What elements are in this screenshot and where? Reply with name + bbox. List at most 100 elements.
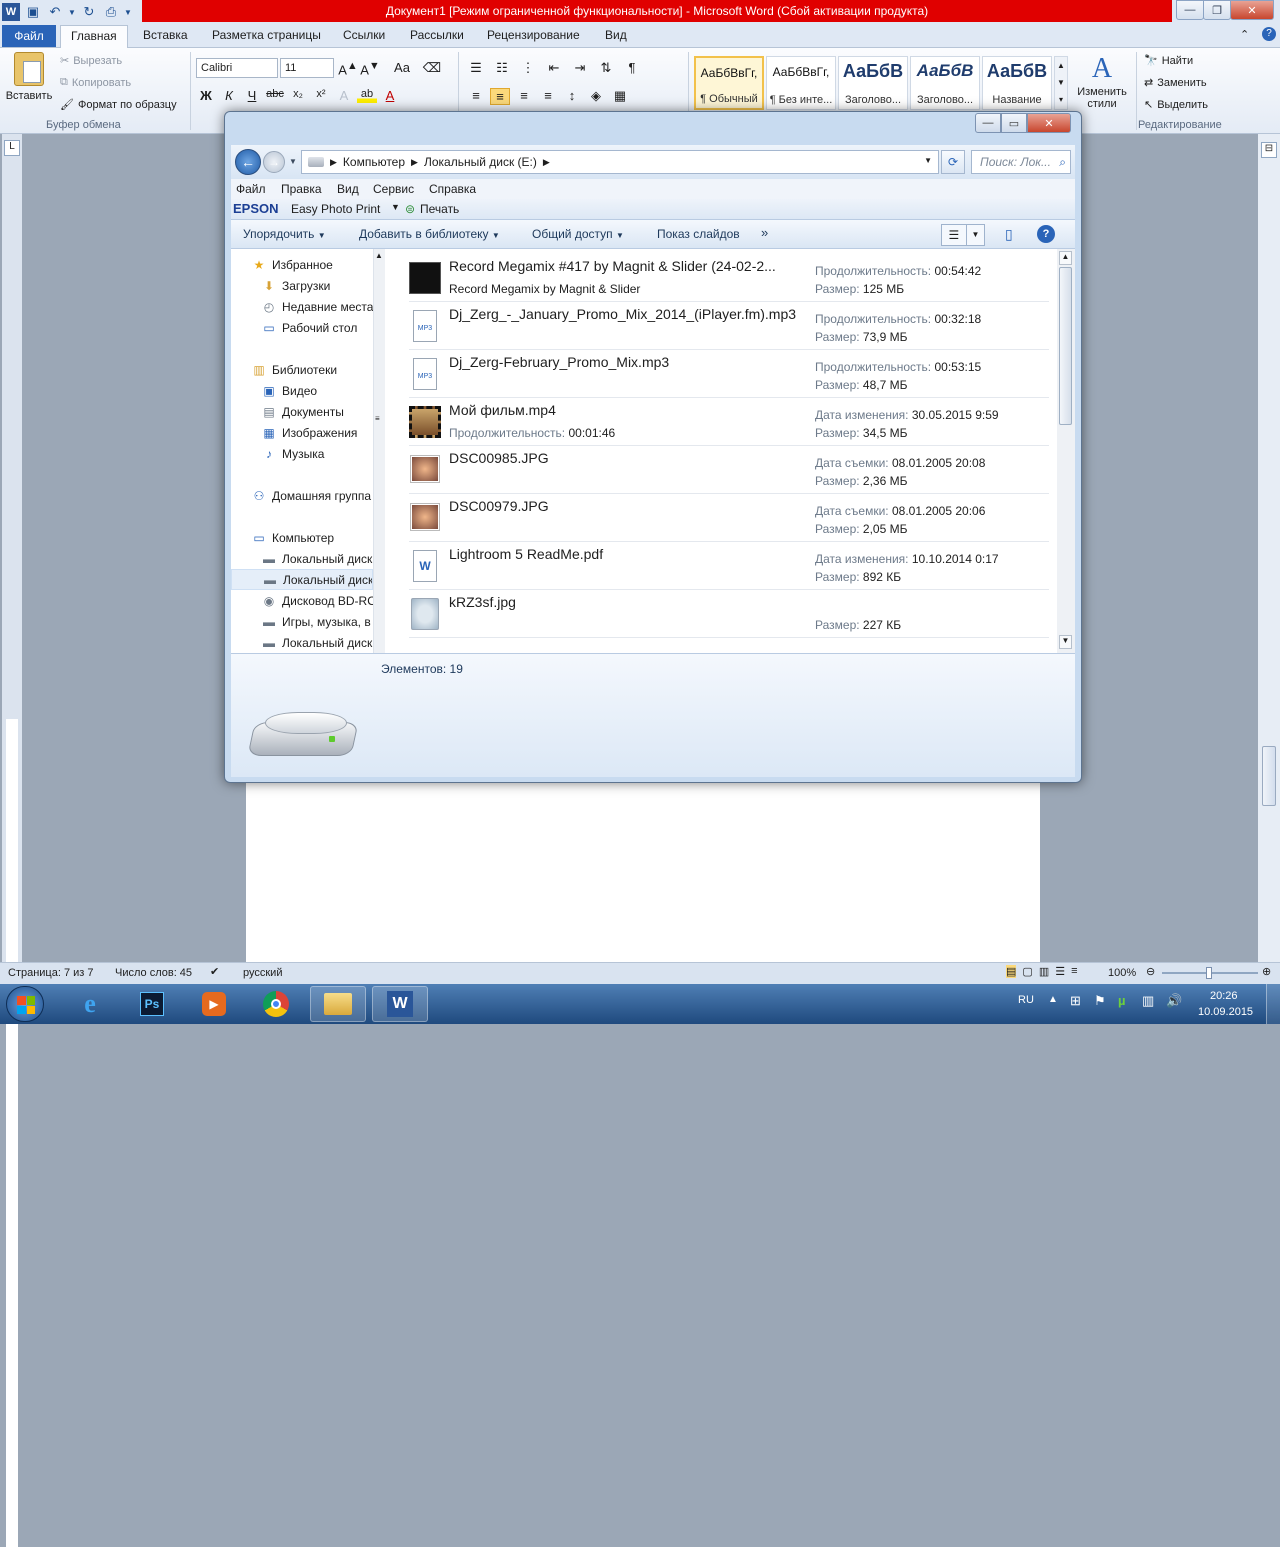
taskbar-explorer[interactable]	[310, 986, 366, 1022]
grow-font-icon[interactable]: A▲	[338, 60, 358, 77]
tray-expand-icon[interactable]: ▲	[1048, 994, 1058, 1005]
bold-icon[interactable]: Ж	[196, 88, 216, 103]
find-button[interactable]: 🔭 Найти	[1144, 54, 1193, 68]
font-color-icon[interactable]: A	[380, 88, 400, 103]
menu-edit[interactable]: Правка	[281, 182, 322, 196]
change-styles-button[interactable]: A Изменить стили	[1074, 52, 1130, 110]
utorrent-icon[interactable]: µ	[1118, 993, 1126, 1008]
nav-item[interactable]: ♪ Музыка	[231, 443, 373, 464]
nav-item[interactable]: ⚇ Домашняя группа	[231, 485, 373, 506]
start-button[interactable]	[6, 986, 44, 1022]
nav-item[interactable]: ◴ Недавние места	[231, 296, 373, 317]
line-spacing-icon[interactable]: ↕	[562, 88, 582, 105]
subscript-icon[interactable]: x₂	[288, 88, 308, 103]
file-row[interactable]: kRZ3sf.jpg Размер: 227 КБ	[409, 590, 1049, 638]
menu-file[interactable]: Файл	[236, 182, 266, 196]
align-right-icon[interactable]: ≡	[514, 88, 534, 105]
menu-help[interactable]: Справка	[429, 182, 476, 196]
taskbar-ie[interactable]: e	[62, 986, 118, 1022]
back-button[interactable]: ←	[235, 149, 261, 175]
organize-button[interactable]: Упорядочить ▼	[243, 227, 326, 241]
replace-button[interactable]: ⇄ Заменить	[1144, 76, 1207, 90]
epson-dropdown-icon[interactable]: ▼	[391, 202, 400, 212]
proofing-icon[interactable]: ✔	[210, 965, 219, 978]
text-effects-icon[interactable]: A	[334, 88, 354, 103]
zoom-level[interactable]: 100%	[1108, 967, 1136, 979]
more-commands-button[interactable]: »	[761, 225, 768, 240]
full-screen-icon[interactable]: ▢	[1022, 965, 1032, 978]
taskbar-photoshop[interactable]: Ps	[124, 986, 180, 1022]
clear-formatting-icon[interactable]: ⌫	[422, 60, 442, 77]
close-button[interactable]: ✕	[1230, 0, 1274, 20]
nav-item[interactable]: ▬ Локальный диск	[231, 632, 373, 653]
input-language[interactable]: RU	[1018, 994, 1034, 1006]
increase-indent-icon[interactable]: ⇥	[570, 60, 590, 76]
tab-file[interactable]: Файл	[2, 25, 56, 47]
file-row[interactable]: W Lightroom 5 ReadMe.pdf Дата изменения: 1…	[409, 542, 1049, 590]
collapse-ribbon-icon[interactable]: ⌃	[1240, 28, 1249, 41]
borders-icon[interactable]: ▦	[610, 88, 630, 105]
highlight-icon[interactable]: ab	[357, 88, 377, 103]
tab-review[interactable]: Рецензирование	[487, 28, 580, 42]
shading-icon[interactable]: ◈	[586, 88, 606, 105]
nav-item[interactable]: ▬ Локальный диск	[231, 569, 373, 590]
help-icon[interactable]: ?	[1037, 225, 1055, 243]
help-icon[interactable]: ?	[1262, 27, 1276, 41]
bullets-icon[interactable]: ☰	[466, 60, 486, 76]
breadcrumb-drive[interactable]: Локальный диск (E:)	[424, 155, 537, 169]
search-input[interactable]: Поиск: Лок... ⌕	[971, 150, 1071, 174]
ruler-toggle-icon[interactable]: ⊟	[1261, 142, 1277, 158]
file-row[interactable]: Record Megamix #417 by Magnit & Slider (…	[409, 254, 1049, 302]
zoom-slider-thumb[interactable]	[1206, 967, 1212, 979]
menu-view[interactable]: Вид	[337, 182, 359, 196]
web-layout-icon[interactable]: ▥	[1039, 965, 1049, 978]
nav-item[interactable]: ▭ Компьютер	[231, 527, 373, 548]
action-center-icon[interactable]: ⚑	[1094, 993, 1106, 1009]
pilcrow-icon[interactable]: ¶	[622, 60, 642, 76]
nav-item[interactable]: ▬ Игры, музыка, в	[231, 611, 373, 632]
volume-icon[interactable]: 🔊	[1166, 993, 1182, 1009]
show-desktop-button[interactable]	[1266, 984, 1280, 1024]
draft-icon[interactable]: ≡	[1071, 965, 1077, 978]
styles-scroll[interactable]: ▲ ▼ ▾	[1054, 56, 1068, 110]
strikethrough-icon[interactable]: abc	[265, 88, 285, 103]
paste-button[interactable]: Вставить	[6, 52, 52, 102]
redo-icon[interactable]: ↻	[80, 3, 98, 21]
superscript-icon[interactable]: x²	[311, 88, 331, 103]
scroll-grip-icon[interactable]: ≡	[375, 414, 380, 423]
file-row[interactable]: MP3 Dj_Zerg_-_January_Promo_Mix_2014_(iPl…	[409, 302, 1049, 350]
share-button[interactable]: Общий доступ ▼	[532, 227, 624, 241]
outline-icon[interactable]: ☰	[1055, 965, 1065, 978]
scroll-thumb[interactable]	[1059, 267, 1072, 425]
select-button[interactable]: ↖ Выделить	[1144, 98, 1208, 112]
font-name-select[interactable]: Calibri	[196, 58, 278, 78]
style-heading-1[interactable]: АаБбВ Заголово...	[838, 56, 908, 110]
print-layout-icon[interactable]: ▤	[1006, 965, 1017, 978]
language[interactable]: русский	[243, 967, 282, 979]
nav-item[interactable]: ▣ Видео	[231, 380, 373, 401]
format-painter-button[interactable]: 🖌 Формат по образцу	[60, 98, 177, 112]
slideshow-button[interactable]: Показ слайдов	[657, 227, 740, 241]
word-count[interactable]: Число слов: 45	[115, 967, 192, 979]
nav-item[interactable]: ▥ Библиотеки	[231, 359, 373, 380]
windows-flag-icon[interactable]: ⊞	[1070, 993, 1081, 1009]
justify-icon[interactable]: ≡	[538, 88, 558, 105]
tab-selector-icon[interactable]: L	[4, 140, 20, 156]
explorer-close-button[interactable]: ✕	[1027, 113, 1071, 133]
recent-pages-dropdown[interactable]: ▼	[289, 157, 297, 166]
change-case-icon[interactable]: Aa	[392, 60, 412, 77]
save-icon[interactable]: ▣	[24, 3, 42, 21]
tab-home[interactable]: Главная	[60, 25, 128, 49]
align-left-icon[interactable]: ≡	[466, 88, 486, 105]
copy-button[interactable]: ⧉ Копировать	[60, 76, 131, 89]
list-scrollbar[interactable]: ▲ ▼	[1057, 249, 1075, 653]
file-row[interactable]: DSC00985.JPG Дата съемки: 08.01.2005 20:0…	[409, 446, 1049, 494]
tab-page-layout[interactable]: Разметка страницы	[212, 28, 321, 42]
style-heading-2[interactable]: АаБбВ Заголово...	[910, 56, 980, 110]
scroll-thumb[interactable]	[1262, 746, 1276, 806]
decrease-indent-icon[interactable]: ⇤	[544, 60, 564, 76]
breadcrumb-computer[interactable]: Компьютер	[343, 155, 405, 169]
explorer-maximize-button[interactable]: ▭	[1001, 113, 1027, 133]
menu-tools[interactable]: Сервис	[373, 182, 414, 196]
align-center-icon[interactable]: ≡	[490, 88, 510, 105]
